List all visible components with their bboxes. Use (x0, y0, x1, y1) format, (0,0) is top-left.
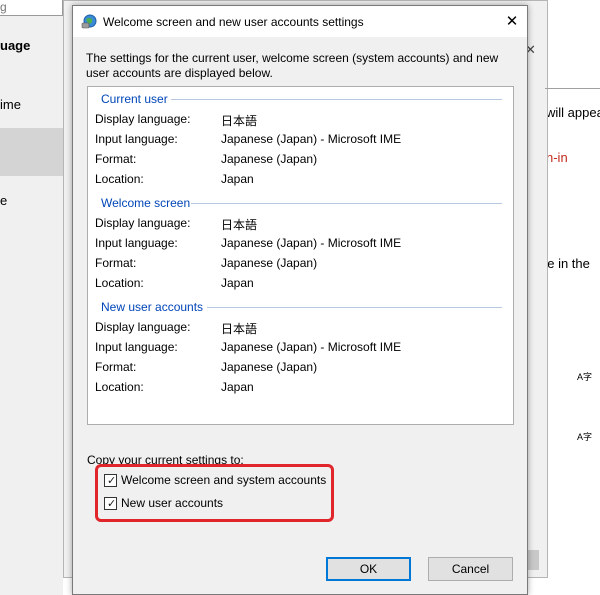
title-bar: Welcome screen and new user accounts set… (73, 6, 527, 37)
sidebar-item-fragment[interactable]: ime (0, 97, 21, 112)
group-header-current-user: Current user (101, 92, 168, 106)
row-value: Japan (221, 172, 254, 186)
sidebar-selected-item[interactable] (0, 128, 63, 176)
row-label: Input language: (95, 132, 178, 146)
checkbox-label: Welcome screen and system accounts (121, 473, 327, 487)
row-value: 日本語 (221, 114, 258, 128)
checkbox-box[interactable]: ✓ (104, 497, 117, 510)
globe-icon (81, 14, 97, 29)
welcome-screen-checkbox[interactable]: ✓ Welcome screen and system accounts (104, 472, 329, 490)
divider (191, 203, 502, 204)
language-options-icon[interactable]: A字 (577, 370, 592, 383)
dialog-description: The settings for the current user, welco… (86, 51, 499, 80)
row-value: 日本語 (221, 218, 258, 232)
settings-text-fragment: will appea (546, 105, 600, 120)
row-value: Japanese (Japan) (221, 152, 318, 166)
row-label: Input language: (95, 340, 178, 354)
row-label: Location: (95, 172, 144, 186)
row-value: 日本語 (221, 322, 258, 336)
search-text-fragment: g (0, 0, 7, 14)
settings-search-input[interactable]: g (0, 0, 63, 16)
row-label: Input language: (95, 236, 178, 250)
checkbox-label: New user accounts (121, 496, 224, 510)
row-label: Location: (95, 276, 144, 290)
sidebar-item-fragment[interactable]: e (0, 193, 7, 208)
row-label: Format: (95, 360, 137, 374)
row-value: Japan (221, 276, 254, 290)
row-value: Japanese (Japan) - Microsoft IME (221, 236, 402, 250)
divider (545, 88, 600, 89)
row-label: Display language: (95, 216, 191, 230)
row-label: Display language: (95, 320, 191, 334)
settings-link-fragment[interactable]: n-in (546, 150, 568, 165)
settings-summary-panel: Current user Display language: 日本語 Input… (87, 86, 514, 425)
group-header-new-user-accounts: New user accounts (101, 300, 204, 314)
window-button-edge (527, 550, 539, 570)
welcome-screen-settings-dialog: Welcome screen and new user accounts set… (72, 5, 528, 595)
row-value: Japanese (Japan) (221, 360, 318, 374)
row-value: Japanese (Japan) (221, 256, 318, 270)
close-button[interactable]: ✕ (497, 8, 527, 35)
row-value: Japanese (Japan) - Microsoft IME (221, 340, 402, 354)
row-value: Japanese (Japan) - Microsoft IME (221, 132, 402, 146)
language-options-icon[interactable]: A字 (577, 430, 592, 443)
checkmark-icon: ✓ (107, 498, 117, 510)
checkbox-box[interactable]: ✓ (104, 474, 117, 487)
divider (207, 307, 502, 308)
ok-button[interactable]: OK (326, 557, 411, 581)
checkmark-icon: ✓ (107, 475, 117, 487)
new-user-accounts-checkbox[interactable]: ✓ New user accounts (104, 495, 244, 513)
row-label: Format: (95, 152, 137, 166)
cancel-button[interactable]: Cancel (428, 557, 513, 581)
divider (171, 99, 502, 100)
row-value: Japan (221, 380, 254, 394)
row-label: Location: (95, 380, 144, 394)
settings-sidebar (0, 0, 63, 595)
group-header-welcome-screen: Welcome screen (101, 196, 191, 210)
row-label: Format: (95, 256, 137, 270)
settings-page-title-fragment: uage (0, 38, 31, 53)
row-label: Display language: (95, 112, 191, 126)
dialog-title: Welcome screen and new user accounts set… (103, 15, 364, 29)
